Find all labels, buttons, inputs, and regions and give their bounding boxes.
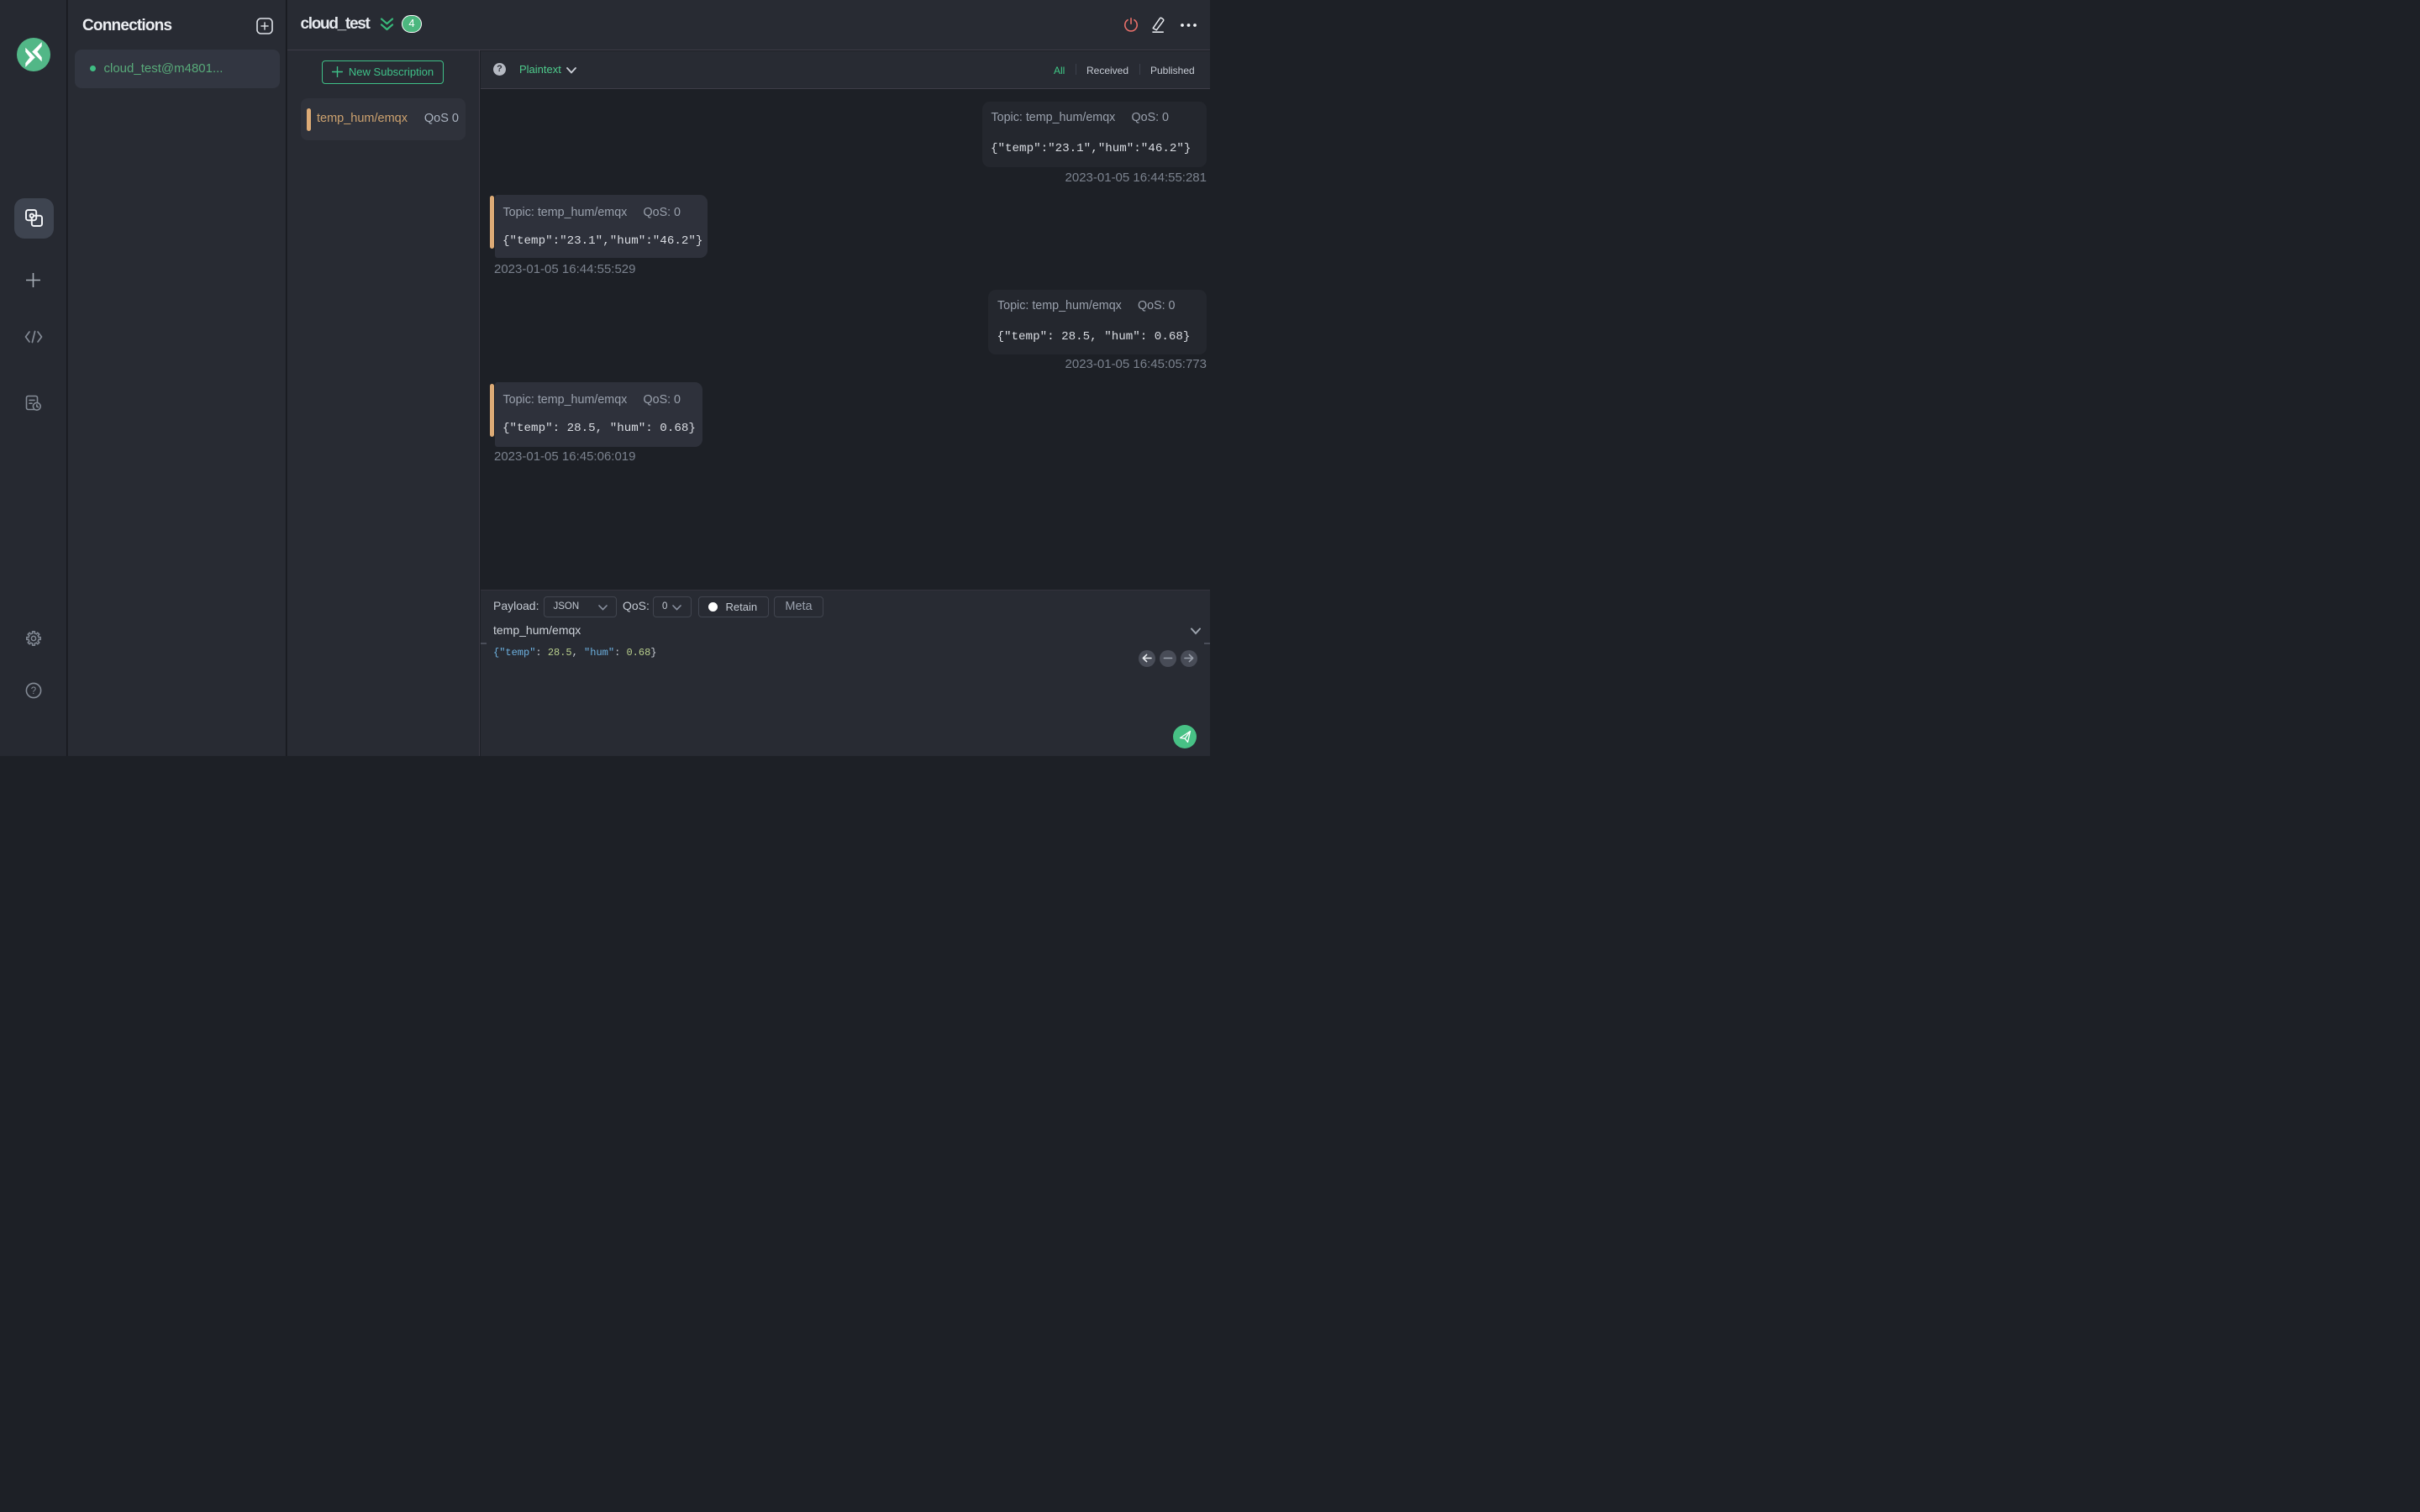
- svg-text:?: ?: [31, 686, 36, 696]
